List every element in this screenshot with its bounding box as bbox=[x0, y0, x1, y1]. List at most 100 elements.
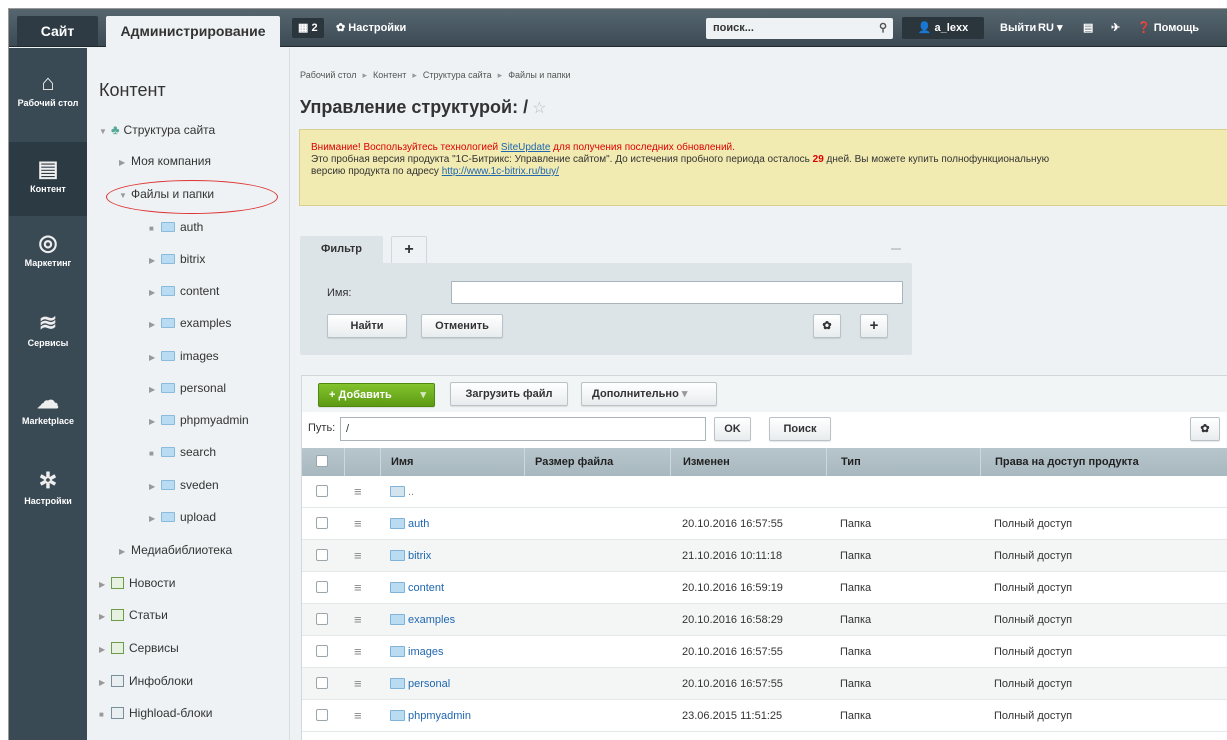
menu-services[interactable]: ≋ Сервисы bbox=[9, 310, 87, 370]
tree-folder-phpmyadmin[interactable]: ▶ phpmyadmin bbox=[149, 411, 249, 429]
cancel-button[interactable]: Отменить bbox=[421, 314, 503, 338]
expand-arrow-icon[interactable]: ▶ bbox=[149, 413, 161, 431]
tree-item-infoblocks[interactable]: ▶ Инфоблоки bbox=[99, 672, 193, 690]
row-menu-icon[interactable]: ≡ bbox=[354, 700, 362, 731]
tree-folder-examples[interactable]: ▶ examples bbox=[149, 314, 231, 332]
path-ok-button[interactable]: OK bbox=[714, 417, 751, 441]
row-menu-icon[interactable]: ≡ bbox=[354, 604, 362, 635]
row-checkbox[interactable] bbox=[316, 540, 328, 571]
tree-folder-auth[interactable]: ■ auth bbox=[149, 218, 203, 236]
row-menu-icon[interactable]: ≡ bbox=[354, 540, 362, 571]
row-name[interactable]: bitrix bbox=[390, 540, 431, 571]
siteupdate-link[interactable]: SiteUpdate bbox=[501, 142, 550, 153]
user-button[interactable]: 👤 a_lexx bbox=[902, 17, 984, 39]
table-row[interactable]: ≡ auth 20.10.2016 16:57:55 Папка Полный дост… bbox=[302, 508, 1227, 540]
file-name[interactable]: content bbox=[408, 582, 444, 594]
file-name[interactable]: auth bbox=[408, 518, 429, 530]
menu-marketplace[interactable]: ☁ Marketplace bbox=[9, 388, 87, 448]
col-name[interactable]: Имя bbox=[380, 448, 524, 476]
expand-arrow-icon[interactable]: ▶ bbox=[149, 284, 161, 302]
expand-arrow-icon[interactable]: ▶ bbox=[149, 510, 161, 528]
language-selector[interactable]: RU ▾ bbox=[1038, 18, 1062, 38]
row-name[interactable]: examples bbox=[390, 604, 455, 635]
pin-icon[interactable]: ✈ bbox=[1111, 18, 1120, 38]
tree-folder-images[interactable]: ▶ images bbox=[149, 347, 219, 365]
notifications-button[interactable]: ▦ 2 bbox=[292, 18, 324, 38]
minimize-icon[interactable] bbox=[891, 248, 901, 250]
tree-item-my-company[interactable]: ▶ Моя компания bbox=[119, 152, 211, 170]
add-filter-tab[interactable]: + bbox=[391, 236, 427, 264]
row-name[interactable]: phpmyadmin bbox=[390, 700, 471, 731]
col-type[interactable]: Тип bbox=[826, 448, 980, 476]
collapse-arrow-icon[interactable]: ▼ bbox=[99, 123, 111, 141]
table-row-up[interactable]: ≡ .. bbox=[302, 476, 1227, 508]
tree-folder-upload[interactable]: ▶ upload bbox=[149, 508, 216, 526]
row-checkbox[interactable] bbox=[316, 668, 328, 699]
search-icon[interactable]: ⚲ bbox=[879, 18, 887, 39]
row-menu-icon[interactable]: ≡ bbox=[354, 668, 362, 699]
table-row[interactable]: ≡ personal 20.10.2016 16:57:55 Папка Полный … bbox=[302, 668, 1227, 700]
tree-folder-bitrix[interactable]: ▶ bitrix bbox=[149, 250, 205, 268]
tree-item-services[interactable]: ▶ Сервисы bbox=[99, 639, 179, 657]
table-row[interactable]: ≡ bitrix 21.10.2016 10:11:18 Папка Полный до… bbox=[302, 540, 1227, 572]
menu-marketing[interactable]: ◎ Маркетинг bbox=[9, 230, 87, 290]
row-name[interactable]: auth bbox=[390, 508, 429, 539]
table-row[interactable]: ≡ content 20.10.2016 16:59:19 Папка Полный д… bbox=[302, 572, 1227, 604]
admin-tab[interactable]: Администрирование bbox=[106, 16, 280, 47]
path-input[interactable]: / bbox=[340, 417, 706, 441]
col-modified[interactable]: Изменен bbox=[670, 448, 826, 476]
row-name[interactable]: .. bbox=[390, 476, 414, 507]
row-checkbox[interactable] bbox=[316, 476, 328, 507]
row-checkbox[interactable] bbox=[316, 572, 328, 603]
menu-settings[interactable]: ✲ Настройки bbox=[9, 468, 87, 528]
row-checkbox[interactable] bbox=[316, 604, 328, 635]
row-menu-icon[interactable]: ≡ bbox=[354, 508, 362, 539]
name-input[interactable] bbox=[451, 281, 903, 304]
tree-item-medialib[interactable]: ▶ Медиабиблиотека bbox=[119, 541, 232, 559]
select-all-checkbox[interactable] bbox=[316, 448, 328, 476]
row-menu-icon[interactable]: ≡ bbox=[354, 476, 362, 507]
col-size[interactable]: Размер файла bbox=[524, 448, 670, 476]
table-row[interactable]: ≡ images 20.10.2016 16:57:55 Папка Полный до… bbox=[302, 636, 1227, 668]
tree-item-site-structure[interactable]: ▼ ♣ Структура сайта bbox=[99, 121, 215, 139]
tree-folder-content[interactable]: ▶ content bbox=[149, 282, 219, 300]
table-row[interactable]: ≡ examples 20.10.2016 16:58:29 Папка Полный … bbox=[302, 604, 1227, 636]
expand-arrow-icon[interactable]: ▶ bbox=[119, 543, 131, 561]
expand-arrow-icon[interactable]: ▶ bbox=[149, 381, 161, 399]
filter-tab[interactable]: Фильтр bbox=[300, 236, 383, 264]
row-name[interactable]: images bbox=[390, 636, 443, 667]
file-name[interactable]: images bbox=[408, 646, 443, 658]
tree-item-news[interactable]: ▶ Новости bbox=[99, 574, 175, 592]
search-input[interactable]: поиск... ⚲ bbox=[706, 18, 893, 39]
file-name[interactable]: bitrix bbox=[408, 550, 431, 562]
tree-item-articles[interactable]: ▶ Статьи bbox=[99, 606, 168, 624]
expand-arrow-icon[interactable]: ▶ bbox=[99, 674, 111, 692]
expand-arrow-icon[interactable]: ▶ bbox=[99, 608, 111, 626]
more-button[interactable]: Дополнительно ▾ bbox=[581, 382, 717, 406]
site-tab[interactable]: Сайт bbox=[17, 16, 98, 46]
breadcrumb-item[interactable]: Рабочий стол bbox=[300, 70, 357, 80]
expand-arrow-icon[interactable]: ▶ bbox=[99, 641, 111, 659]
tree-folder-search[interactable]: ■ search bbox=[149, 443, 216, 461]
menu-content[interactable]: ▤ Контент bbox=[9, 142, 87, 216]
breadcrumb-item[interactable]: Файлы и папки bbox=[508, 70, 570, 80]
upload-file-button[interactable]: Загрузить файл bbox=[450, 382, 568, 406]
keyboard-icon[interactable]: ▤ bbox=[1083, 18, 1093, 38]
menu-desktop[interactable]: ⌂ Рабочий стол bbox=[9, 70, 87, 130]
settings-link[interactable]: ✿ Настройки bbox=[336, 18, 406, 38]
file-name[interactable]: personal bbox=[408, 678, 450, 690]
expand-arrow-icon[interactable]: ▶ bbox=[99, 576, 111, 594]
breadcrumb-item[interactable]: Контент bbox=[373, 70, 406, 80]
row-checkbox[interactable] bbox=[316, 508, 328, 539]
row-checkbox[interactable] bbox=[316, 636, 328, 667]
expand-arrow-icon[interactable]: ▶ bbox=[149, 316, 161, 334]
file-name[interactable]: phpmyadmin bbox=[408, 710, 471, 722]
row-menu-icon[interactable]: ≡ bbox=[354, 572, 362, 603]
row-checkbox[interactable] bbox=[316, 700, 328, 731]
expand-arrow-icon[interactable]: ▶ bbox=[119, 154, 131, 172]
table-row[interactable]: ≡ phpmyadmin 23.06.2015 11:51:25 Папка Полны… bbox=[302, 700, 1227, 732]
buy-link[interactable]: http://www.1c-bitrix.ru/buy/ bbox=[442, 166, 559, 177]
filter-settings-button[interactable]: ✿ bbox=[813, 314, 841, 338]
row-name[interactable]: personal bbox=[390, 668, 450, 699]
tree-item-highload[interactable]: ■ Highload-блоки bbox=[99, 704, 212, 722]
